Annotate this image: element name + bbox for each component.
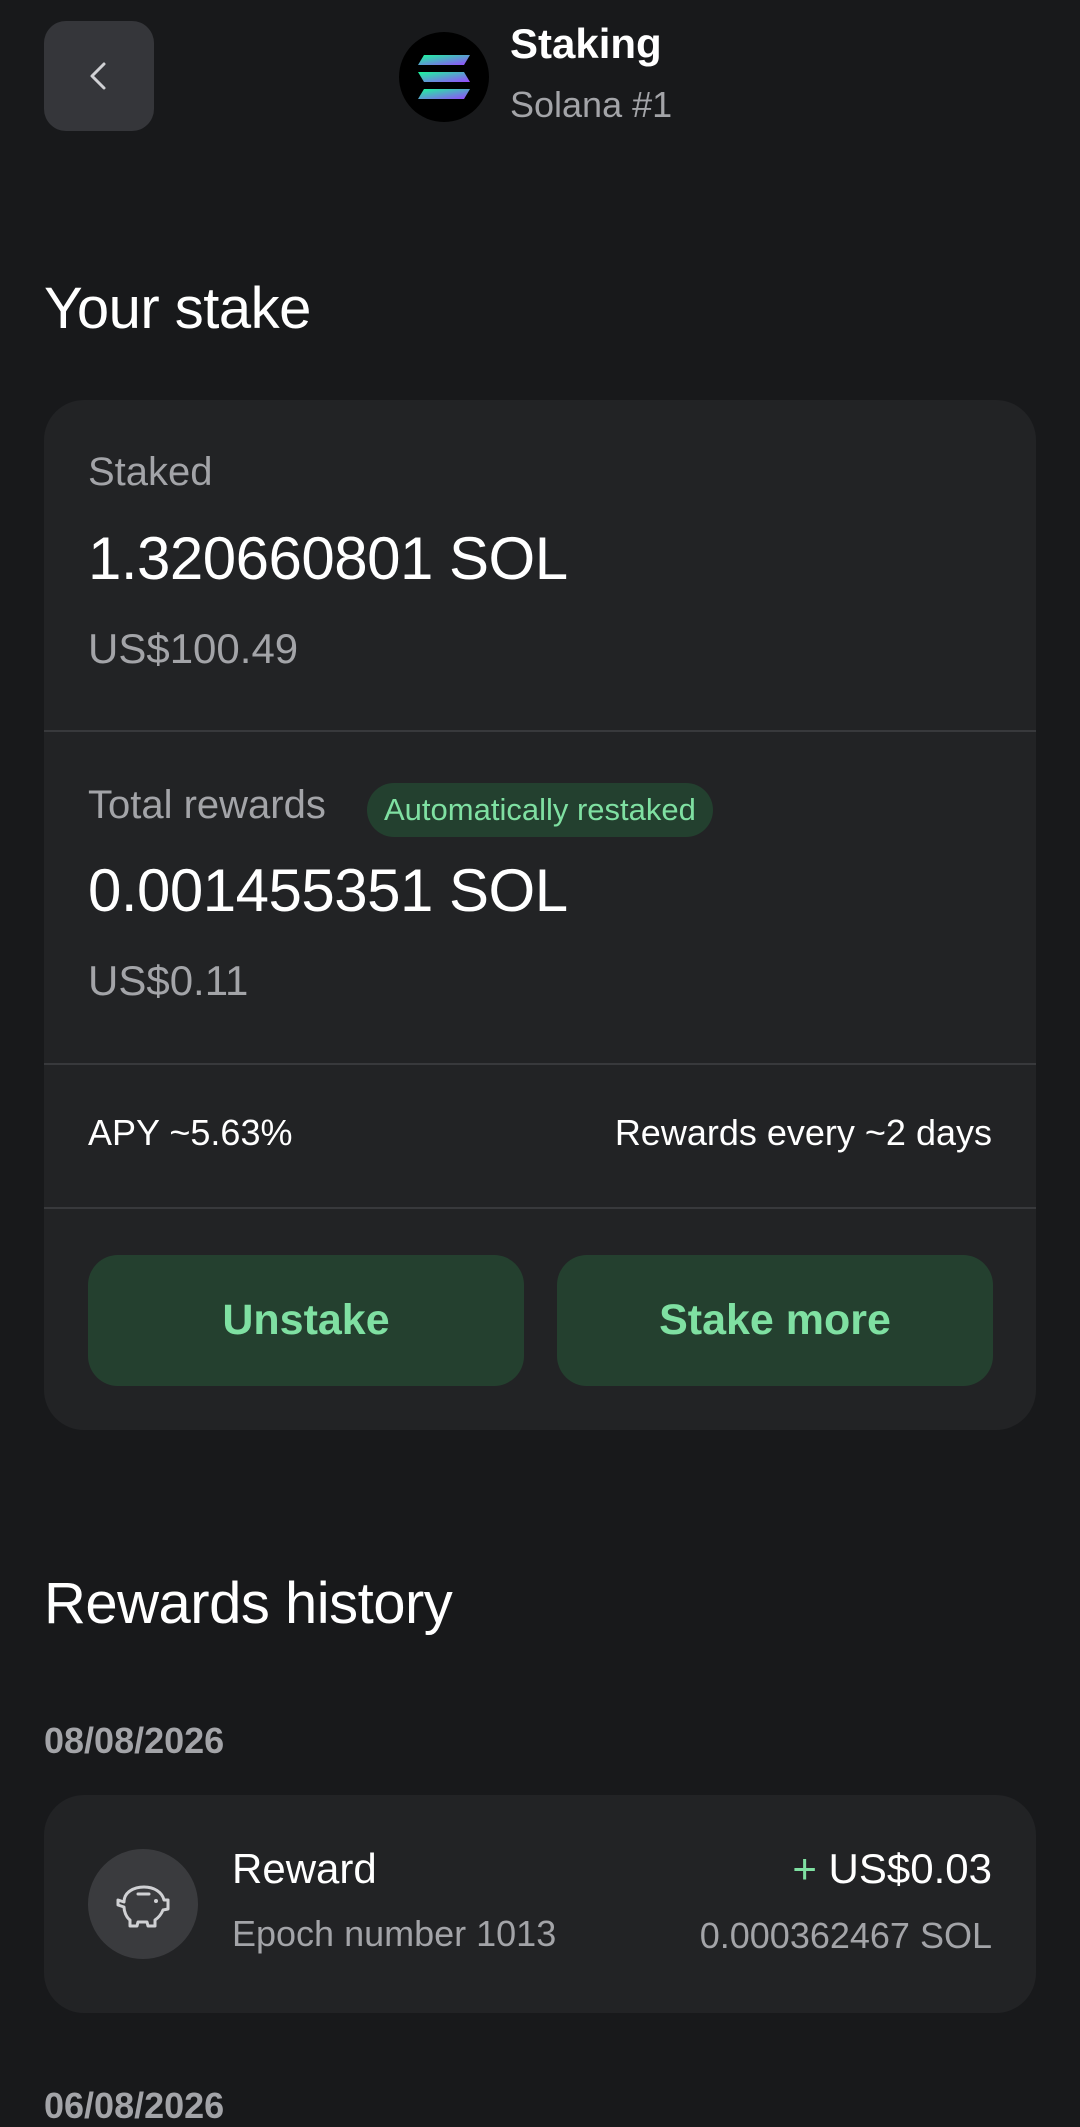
page-title: Staking xyxy=(510,20,662,67)
staked-fiat: US$100.49 xyxy=(88,625,299,672)
unstake-button[interactable]: Unstake xyxy=(88,1255,524,1386)
solana-logo-icon xyxy=(399,32,489,122)
divider xyxy=(44,1063,1036,1065)
plus-sign: + xyxy=(792,1845,817,1892)
account-name: Solana #1 xyxy=(510,84,673,125)
rewards-fiat: US$0.11 xyxy=(88,957,249,1004)
history-date: 08/08/2026 xyxy=(44,1720,225,1761)
staked-amount: 1.320660801 SOL xyxy=(88,525,568,592)
staked-label: Staked xyxy=(88,450,213,494)
rewards-amount: 0.001455351 SOL xyxy=(88,857,568,924)
reward-sol-amount: 0.000362467 SOL xyxy=(699,1915,992,1956)
total-rewards-label: Total rewards xyxy=(88,783,326,827)
divider xyxy=(44,730,1036,732)
divider xyxy=(44,1207,1036,1209)
stake-card: Staked 1.320660801 SOL US$100.49 Total r… xyxy=(44,400,1036,1430)
reward-fiat-amount: + US$0.03 xyxy=(792,1845,992,1893)
history-date: 06/08/2026 xyxy=(44,2085,225,2126)
staking-page: Staking Solana #1 Your stake Staked 1.32… xyxy=(0,0,1080,2127)
your-stake-heading: Your stake xyxy=(44,276,311,341)
chevron-left-icon xyxy=(90,62,106,90)
apy-text: APY ~5.63% xyxy=(88,1112,293,1153)
back-button[interactable] xyxy=(44,21,154,131)
reward-list-item[interactable]: Reward Epoch number 1013 + US$0.03 0.000… xyxy=(44,1795,1036,2013)
piggy-bank-icon xyxy=(88,1849,198,1959)
auto-restake-badge: Automatically restaked xyxy=(367,783,713,837)
reward-epoch: Epoch number 1013 xyxy=(232,1913,557,1954)
rewards-history-heading: Rewards history xyxy=(44,1571,453,1636)
reward-frequency-text: Rewards every ~2 days xyxy=(614,1112,992,1153)
stake-more-button[interactable]: Stake more xyxy=(557,1255,993,1386)
reward-fiat-value: US$0.03 xyxy=(828,1845,992,1892)
reward-title: Reward xyxy=(232,1845,377,1892)
